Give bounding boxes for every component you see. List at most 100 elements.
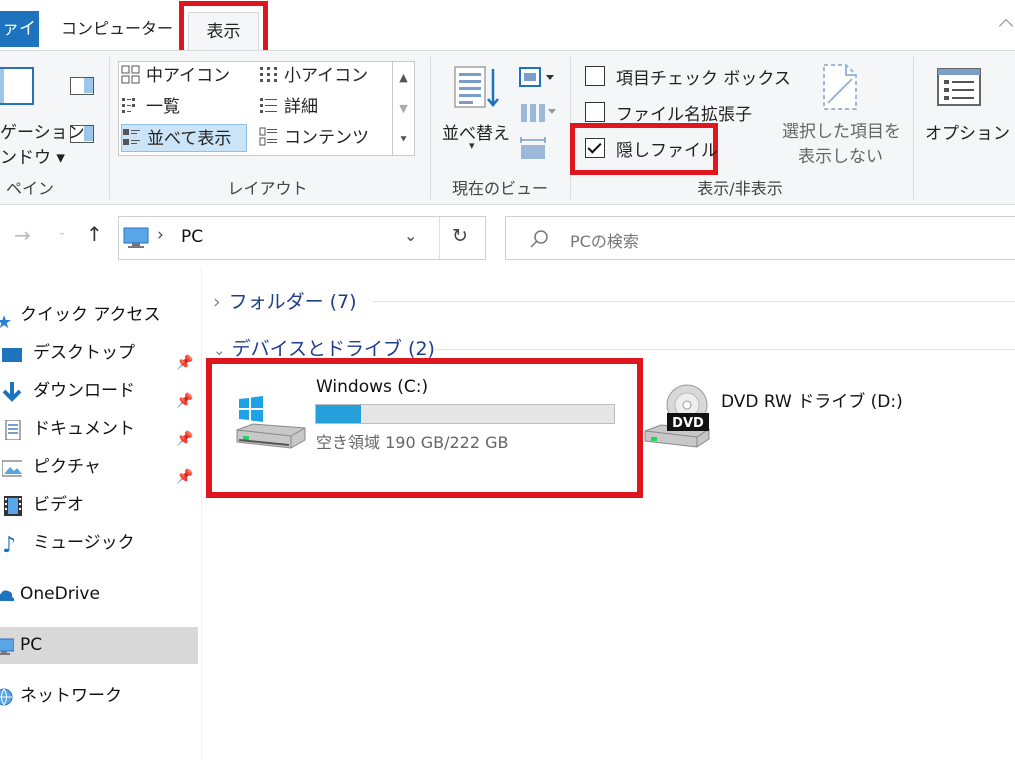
tab-computer[interactable]: コンピューター xyxy=(61,11,173,47)
sidebar-item-label: ミュージック xyxy=(33,533,135,553)
hide-selected-label-1[interactable]: 選択した項目を xyxy=(782,117,901,142)
group-by-icon[interactable] xyxy=(518,65,558,91)
network-icon xyxy=(0,688,13,706)
layout-medium-icons[interactable]: 中アイコン xyxy=(121,62,230,90)
music-icon: ♪ xyxy=(2,533,17,558)
hidden-files-label[interactable]: 隠しファイル xyxy=(616,136,718,161)
drive-d-tile[interactable]: DVD DVD RW ドライブ (D:) xyxy=(643,375,1003,465)
file-extensions-label[interactable]: ファイル名拡張子 xyxy=(616,100,752,125)
layout-tiles-label: 並べて表示 xyxy=(147,129,232,149)
gallery-expand-icon[interactable]: ⯆ xyxy=(393,124,414,155)
sidebar-item-documents[interactable]: ドキュメント 📌 xyxy=(0,411,198,448)
layout-tiles[interactable]: 並べて表示 xyxy=(121,124,247,152)
sidebar-item-label: ネットワーク xyxy=(20,686,122,706)
layout-details[interactable]: 詳細 xyxy=(259,93,318,121)
navigation-pane-icon[interactable] xyxy=(0,67,34,105)
item-checkboxes-checkbox[interactable] xyxy=(585,66,605,86)
devices-header-label: デバイスとドライブ (2) xyxy=(231,338,435,360)
sidebar-item-pictures[interactable]: ピクチャ 📌 xyxy=(0,449,198,486)
layout-medium-icons-label: 中アイコン xyxy=(146,66,231,86)
collapse-ribbon-icon[interactable] xyxy=(998,18,1014,34)
layout-small-icons[interactable]: 小アイコン xyxy=(259,62,368,90)
breadcrumb-separator-icon[interactable]: › xyxy=(157,225,164,245)
breadcrumb-location[interactable]: PC xyxy=(181,227,203,247)
dvd-badge: DVD xyxy=(672,416,704,431)
recent-locations-chevron-icon[interactable]: ⌄ xyxy=(58,227,66,238)
ribbon: ゲーション ンドウ ▾ ペイン 中アイコン 小アイコン 一覧 詳細 並べて表示 … xyxy=(0,50,1015,205)
sidebar-item-onedrive[interactable]: OneDrive xyxy=(0,576,198,613)
navigation-pane-label-2[interactable]: ンドウ ▾ xyxy=(0,143,65,168)
layout-content[interactable]: コンテンツ xyxy=(259,124,369,152)
tab-file[interactable]: ァイル xyxy=(0,11,39,75)
address-bar[interactable]: › PC ⌄ ↻ xyxy=(118,216,486,260)
details-icon xyxy=(260,98,277,113)
drive-c-usage-fill xyxy=(316,405,361,423)
hidden-files-checkbox[interactable] xyxy=(585,138,605,158)
pc-icon xyxy=(123,227,149,248)
up-arrow-icon[interactable]: ↑ xyxy=(86,222,103,246)
group-separator xyxy=(109,57,110,199)
sidebar-item-quick-access[interactable]: ★ クイック アクセス xyxy=(0,297,198,334)
folders-group-header[interactable]: › フォルダー (7) xyxy=(213,287,357,314)
cloud-icon xyxy=(0,590,14,601)
layout-group-label: レイアウト xyxy=(227,179,308,198)
preview-pane-icon[interactable] xyxy=(70,77,94,95)
add-columns-icon[interactable] xyxy=(518,99,558,125)
sidebar-item-label: クイック アクセス xyxy=(20,305,161,325)
sort-by-dropdown-icon[interactable]: ▾ xyxy=(469,139,475,152)
layout-details-label: 詳細 xyxy=(284,97,318,117)
sidebar-item-label: ピクチャ xyxy=(33,457,101,477)
layout-gallery: 中アイコン 小アイコン 一覧 詳細 並べて表示 コンテンツ xyxy=(118,61,393,156)
sidebar-item-label: ドキュメント xyxy=(33,419,135,439)
search-box[interactable]: PCの検索 xyxy=(505,216,1015,260)
sidebar-item-music[interactable]: ♪ ミュージック xyxy=(0,525,198,562)
star-icon: ★ xyxy=(0,312,13,333)
section-divider xyxy=(435,349,1015,350)
sidebar-item-label: OneDrive xyxy=(20,584,100,604)
sort-by-icon[interactable] xyxy=(453,65,501,111)
desktop-icon xyxy=(2,348,22,362)
section-divider xyxy=(373,301,1015,302)
document-icon xyxy=(5,420,21,440)
drive-c-free-space: 空き領域 190 GB/222 GB xyxy=(316,433,509,452)
sidebar-item-label: ダウンロード xyxy=(33,381,135,401)
search-icon xyxy=(530,230,548,248)
video-icon xyxy=(4,496,22,516)
drive-c-tile[interactable]: Windows (C:) 空き領域 190 GB/222 GB xyxy=(227,367,637,492)
sidebar-item-desktop[interactable]: デスクトップ 📌 xyxy=(0,335,198,372)
sidebar-item-network[interactable]: ネットワーク xyxy=(0,678,198,715)
forward-arrow-icon[interactable]: → xyxy=(14,223,31,247)
tiles-icon xyxy=(123,129,140,145)
navigation-pane-label-1[interactable]: ゲーション xyxy=(0,118,85,143)
show-hide-group-label: 表示/非表示 xyxy=(697,179,783,198)
options-icon[interactable] xyxy=(936,67,982,107)
hide-selected-items-icon[interactable] xyxy=(820,63,860,111)
layout-content-label: コンテンツ xyxy=(284,128,369,148)
sidebar-item-pc[interactable]: PC xyxy=(0,627,198,664)
file-extensions-checkbox[interactable] xyxy=(585,102,605,122)
sidebar-item-label: PC xyxy=(20,635,43,655)
sidebar-item-videos[interactable]: ビデオ xyxy=(0,487,198,524)
hide-selected-label-2[interactable]: 表示しない xyxy=(798,142,883,167)
sidebar-item-downloads[interactable]: ダウンロード 📌 xyxy=(0,373,198,410)
windows-drive-icon xyxy=(236,396,306,449)
gallery-scroll-down-icon[interactable]: ▼ xyxy=(393,93,414,124)
options-button[interactable]: オプション xyxy=(925,119,1010,144)
medium-icons-icon xyxy=(121,65,140,84)
gallery-scroll-up-icon[interactable]: ▲ xyxy=(393,62,414,93)
content-icon xyxy=(259,127,277,146)
devices-group-header[interactable]: ⌄ デバイスとドライブ (2) xyxy=(213,334,435,361)
list-icon xyxy=(122,98,135,113)
size-columns-icon[interactable] xyxy=(518,135,548,161)
address-dropdown-icon[interactable]: ⌄ xyxy=(404,226,417,245)
search-placeholder: PCの検索 xyxy=(570,232,639,251)
drive-c-usage-bar xyxy=(315,404,615,424)
picture-icon xyxy=(2,460,22,477)
panes-group-label: ペイン xyxy=(5,179,54,198)
refresh-icon[interactable]: ↻ xyxy=(452,225,468,247)
layout-list[interactable]: 一覧 xyxy=(121,93,180,121)
folders-header-label: フォルダー (7) xyxy=(228,291,357,313)
item-checkboxes-label[interactable]: 項目チェック ボックス xyxy=(616,64,791,89)
tab-view[interactable]: 表示 xyxy=(188,12,259,52)
sort-by-button[interactable]: 並べ替え xyxy=(442,119,510,144)
